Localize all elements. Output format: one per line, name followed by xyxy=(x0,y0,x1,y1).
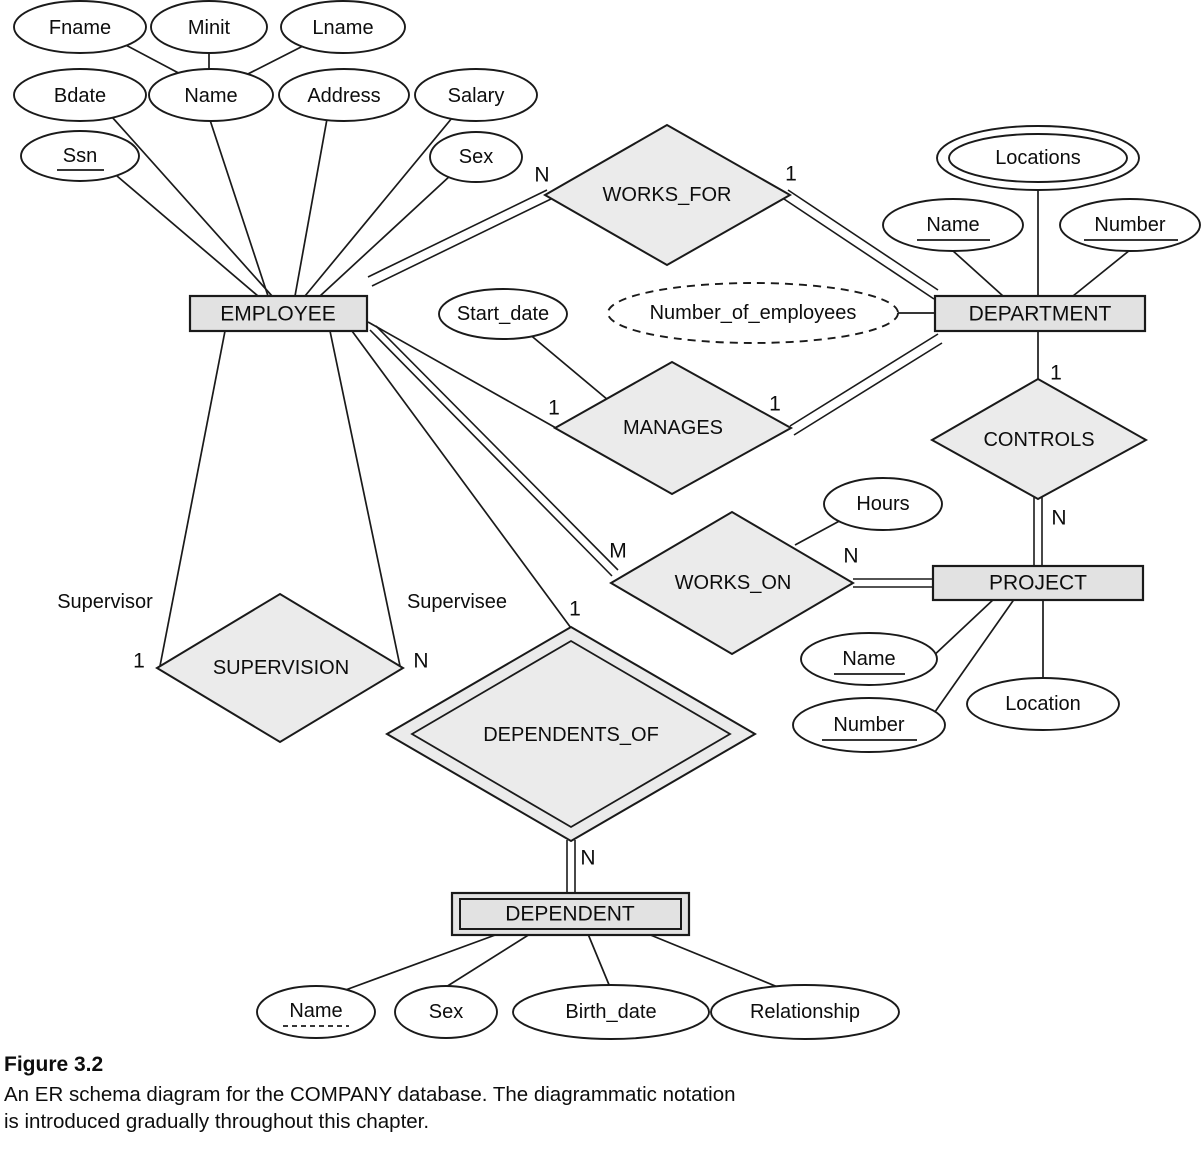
attribute-relationship[interactable]: Relationship xyxy=(710,984,900,1040)
attribute-fname[interactable]: Fname xyxy=(13,0,147,54)
entity-department[interactable]: DEPARTMENT xyxy=(933,294,1147,333)
entity-dependent-label: DEPENDENT xyxy=(505,903,635,926)
attribute-locations-label: Locations xyxy=(995,147,1081,169)
link-manages-department xyxy=(789,333,943,436)
attribute-project-location-label: Location xyxy=(1005,693,1081,715)
attribute-birth-date[interactable]: Birth_date xyxy=(512,984,710,1040)
attribute-start-date[interactable]: Start_date xyxy=(438,288,568,340)
attribute-number-of-employees-label: Number_of_employees xyxy=(650,302,857,324)
attribute-start-date-label: Start_date xyxy=(457,303,549,325)
attribute-dependent-name-label: Name xyxy=(289,1000,342,1022)
relationship-dependents-of-label: DEPENDENTS_OF xyxy=(483,724,659,746)
attribute-employee-name[interactable]: Name xyxy=(148,68,274,122)
attribute-project-number-label: Number xyxy=(833,714,904,736)
entity-employee-label: EMPLOYEE xyxy=(220,303,336,326)
attribute-ssn-label: Ssn xyxy=(63,145,97,167)
attribute-employee-name-label: Name xyxy=(184,85,237,107)
relationship-works-for[interactable]: WORKS_FOR xyxy=(542,123,793,267)
attribute-dependent-name[interactable]: Name xyxy=(256,985,376,1039)
attribute-minit[interactable]: Minit xyxy=(150,0,268,54)
cardinality-controls-project: N xyxy=(1051,507,1066,530)
attribute-bdate-label: Bdate xyxy=(54,85,106,107)
link-works-on-project xyxy=(853,578,933,588)
link-controls-project xyxy=(1033,496,1043,566)
link-manages-start-date xyxy=(527,332,609,401)
relationship-controls-label: CONTROLS xyxy=(983,429,1094,451)
attribute-salary-label: Salary xyxy=(448,85,505,107)
attribute-sex[interactable]: Sex xyxy=(429,131,523,183)
link-employee-works-for xyxy=(367,189,552,287)
relationship-works-on-label: WORKS_ON xyxy=(675,572,792,594)
cardinality-dependents-of-dependent: N xyxy=(580,847,595,870)
attribute-department-number-label: Number xyxy=(1094,214,1165,236)
attribute-birth-date-label: Birth_date xyxy=(565,1001,656,1023)
cardinality-works-on-employee: M xyxy=(609,540,627,563)
relationship-controls[interactable]: CONTROLS xyxy=(929,377,1149,501)
attribute-bdate[interactable]: Bdate xyxy=(13,68,147,122)
entity-department-label: DEPARTMENT xyxy=(969,303,1112,326)
attribute-minit-label: Minit xyxy=(188,17,231,39)
cardinality-controls-department: 1 xyxy=(1050,362,1062,385)
dependent-attribute-links xyxy=(339,933,791,993)
entity-employee[interactable]: EMPLOYEE xyxy=(188,294,369,333)
figure-caption: Figure 3.2 An ER schema diagram for the … xyxy=(0,1052,1190,1135)
link-works-on-hours xyxy=(794,517,846,546)
attribute-relationship-label: Relationship xyxy=(750,1001,860,1023)
attribute-sex-label: Sex xyxy=(459,146,493,168)
role-label-supervisor: Supervisor xyxy=(57,591,153,613)
relationship-manages[interactable]: MANAGES xyxy=(552,360,794,496)
attribute-hours-label: Hours xyxy=(856,493,909,515)
attribute-department-number[interactable]: Number xyxy=(1059,198,1201,252)
relationship-supervision[interactable]: SUPERVISION xyxy=(155,592,405,744)
attribute-fname-label: Fname xyxy=(49,17,111,39)
link-dependents-of-dependent xyxy=(566,840,576,894)
attribute-lname[interactable]: Lname xyxy=(280,0,406,54)
attribute-number-of-employees[interactable]: Number_of_employees xyxy=(607,282,899,344)
cardinality-works-on-project: N xyxy=(843,545,858,568)
attribute-salary[interactable]: Salary xyxy=(414,68,538,122)
cardinality-dependents-of-employee: 1 xyxy=(569,598,581,621)
relationship-supervision-label: SUPERVISION xyxy=(213,657,349,679)
cardinality-manages-employee: 1 xyxy=(548,397,560,420)
relationship-dependents-of[interactable]: DEPENDENTS_OF xyxy=(385,625,757,843)
cardinality-manages-department: 1 xyxy=(769,393,781,416)
attribute-ssn[interactable]: Ssn xyxy=(20,130,140,182)
attribute-project-number[interactable]: Number xyxy=(792,697,946,753)
attribute-dependent-sex[interactable]: Sex xyxy=(394,985,498,1039)
er-diagram: EMPLOYEE DEPARTMENT PROJECT DEPENDENT WO… xyxy=(0,0,1201,1045)
cardinality-supervision-supervisor: 1 xyxy=(133,650,145,673)
cardinality-works-for-employee: N xyxy=(534,164,549,187)
attribute-project-name-label: Name xyxy=(842,648,895,670)
attribute-locations[interactable]: Locations xyxy=(936,125,1140,191)
cardinality-works-for-department: 1 xyxy=(785,163,797,186)
entity-project[interactable]: PROJECT xyxy=(931,564,1145,602)
figure-description-line-1: An ER schema diagram for the COMPANY dat… xyxy=(4,1082,736,1106)
attribute-address-label: Address xyxy=(307,85,380,107)
figure-label: Figure 3.2 xyxy=(4,1053,104,1076)
attribute-hours[interactable]: Hours xyxy=(823,477,943,531)
attribute-department-name-label: Name xyxy=(926,214,979,236)
relationship-works-for-label: WORKS_FOR xyxy=(603,184,732,206)
entity-dependent[interactable]: DEPENDENT xyxy=(450,891,691,937)
cardinality-supervision-supervisee: N xyxy=(413,650,428,673)
attribute-department-name[interactable]: Name xyxy=(882,198,1024,252)
attribute-address[interactable]: Address xyxy=(278,68,410,122)
relationship-manages-label: MANAGES xyxy=(623,417,723,439)
attribute-dependent-sex-label: Sex xyxy=(429,1001,463,1023)
figure-description-line-2: is introduced gradually throughout this … xyxy=(4,1109,430,1133)
role-label-supervisee: Supervisee xyxy=(407,591,507,613)
link-employee-works-on xyxy=(369,325,619,577)
attribute-project-location[interactable]: Location xyxy=(966,677,1120,731)
attribute-project-name[interactable]: Name xyxy=(800,632,938,686)
attribute-lname-label: Lname xyxy=(312,17,373,39)
entity-project-label: PROJECT xyxy=(989,572,1087,595)
